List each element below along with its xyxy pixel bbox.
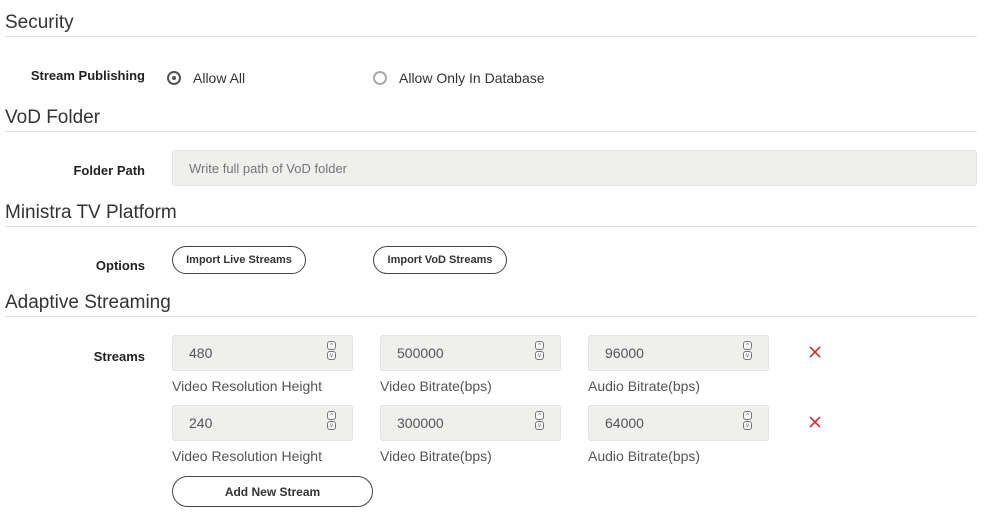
section-title-security: Security [5,12,74,33]
folder-path-label: Folder Path [73,163,145,178]
field-label-video-bitrate: Video Bitrate(bps) [380,448,492,464]
import-live-streams-button[interactable]: Import Live Streams [172,246,306,274]
number-spinner[interactable]: ^ v [327,341,336,360]
streams-label: Streams [93,349,145,364]
options-label: Options [95,258,145,273]
spin-up-icon[interactable]: ^ [327,341,336,350]
field-label-audio-bitrate: Audio Bitrate(bps) [588,378,701,394]
section-title-vod-folder: VoD Folder [5,107,101,128]
field-label-audio-bitrate: Audio Bitrate(bps) [588,448,701,464]
spin-down-icon[interactable]: v [327,351,336,360]
video-resolution-height-input[interactable]: 240 ^ v [172,405,353,441]
section-divider [5,131,977,132]
section-title-ministra: Ministra TV Platform [5,202,177,223]
video-resolution-height-input[interactable]: 480 ^ v [172,335,353,371]
input-value: 500000 [397,345,444,361]
field-label-video-resolution-height: Video Resolution Height [172,378,322,394]
delete-stream-icon[interactable] [808,345,822,359]
number-spinner[interactable]: ^ v [327,411,336,430]
folder-path-input[interactable] [172,150,977,186]
radio-unchecked-icon [373,71,387,85]
input-value: 240 [189,415,213,431]
spin-down-icon[interactable]: v [535,351,544,360]
spin-down-icon[interactable]: v [743,351,752,360]
spin-up-icon[interactable]: ^ [535,411,544,420]
stream-publishing-label: Stream Publishing [30,68,145,83]
section-divider [5,36,977,37]
radio-allow-only-in-database-label: Allow Only In Database [399,70,545,86]
spin-up-icon[interactable]: ^ [327,411,336,420]
spin-down-icon[interactable]: v [535,421,544,430]
audio-bitrate-input[interactable]: 96000 ^ v [588,335,769,371]
spin-down-icon[interactable]: v [743,421,752,430]
input-value: 64000 [605,415,644,431]
radio-allow-all-label: Allow All [193,70,246,86]
spin-up-icon[interactable]: ^ [743,341,752,350]
section-title-adaptive-streaming: Adaptive Streaming [5,292,171,313]
number-spinner[interactable]: ^ v [535,341,544,360]
number-spinner[interactable]: ^ v [743,341,752,360]
input-value: 480 [189,345,213,361]
video-bitrate-input[interactable]: 300000 ^ v [380,405,561,441]
video-bitrate-input[interactable]: 500000 ^ v [380,335,561,371]
input-value: 96000 [605,345,644,361]
radio-allow-all[interactable]: Allow All [167,70,245,86]
section-divider [5,316,977,317]
field-label-video-resolution-height: Video Resolution Height [172,448,322,464]
spin-down-icon[interactable]: v [327,421,336,430]
delete-stream-icon[interactable] [808,415,822,429]
radio-checked-icon [167,71,181,85]
spin-up-icon[interactable]: ^ [743,411,752,420]
spin-up-icon[interactable]: ^ [535,341,544,350]
radio-allow-only-in-database[interactable]: Allow Only In Database [373,70,545,86]
section-divider [5,226,977,227]
input-value: 300000 [397,415,444,431]
field-label-video-bitrate: Video Bitrate(bps) [380,378,492,394]
number-spinner[interactable]: ^ v [743,411,752,430]
number-spinner[interactable]: ^ v [535,411,544,430]
import-vod-streams-button[interactable]: Import VoD Streams [373,246,507,274]
add-new-stream-button[interactable]: Add New Stream [172,476,373,507]
audio-bitrate-input[interactable]: 64000 ^ v [588,405,769,441]
